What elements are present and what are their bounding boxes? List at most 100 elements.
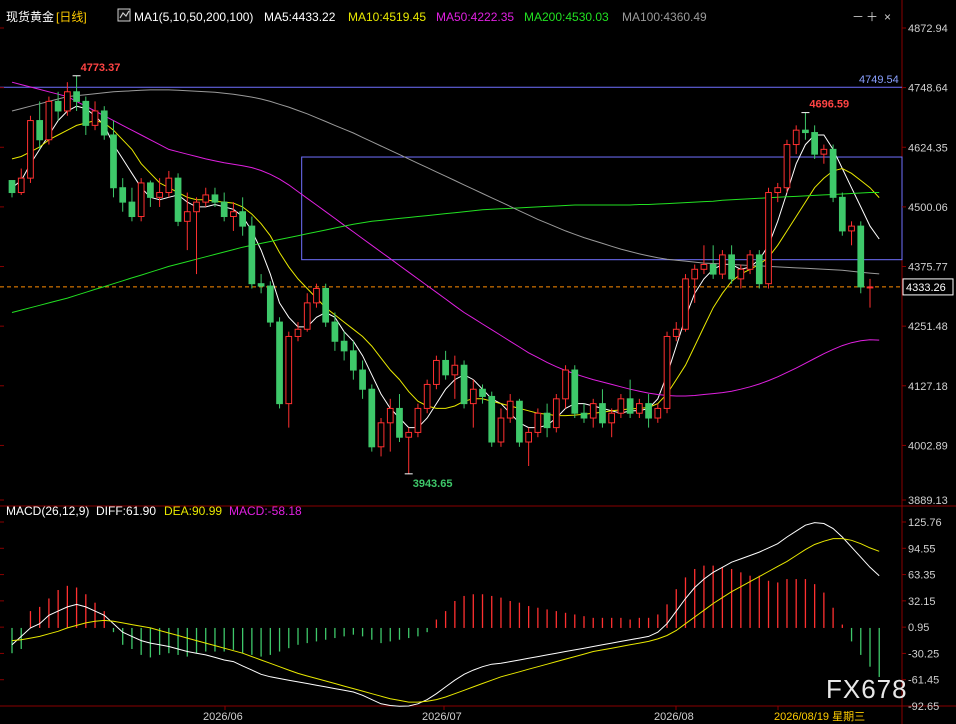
candle[interactable] xyxy=(405,427,413,474)
period-badge[interactable]: [日线] xyxy=(56,10,87,24)
candle[interactable] xyxy=(331,312,339,351)
candle[interactable] xyxy=(303,293,311,332)
candle[interactable] xyxy=(54,91,62,121)
candle[interactable] xyxy=(377,418,385,457)
candle[interactable] xyxy=(580,403,588,423)
candle[interactable] xyxy=(755,250,763,289)
candle[interactable] xyxy=(783,139,791,193)
close-icon[interactable]: × xyxy=(884,10,891,24)
candle[interactable] xyxy=(36,101,44,150)
ma-settings-icon[interactable] xyxy=(117,8,131,22)
candle[interactable] xyxy=(220,192,228,222)
zoom-in-icon[interactable]: ＋ xyxy=(866,10,878,24)
candle[interactable] xyxy=(571,365,579,419)
candle[interactable] xyxy=(248,216,256,289)
candle[interactable] xyxy=(792,125,800,155)
candle[interactable] xyxy=(276,317,283,409)
candle[interactable] xyxy=(423,379,431,414)
candle[interactable] xyxy=(322,283,330,327)
candle[interactable] xyxy=(497,408,505,447)
candle[interactable] xyxy=(73,75,80,111)
candle[interactable] xyxy=(838,192,846,236)
candle[interactable] xyxy=(635,398,643,419)
candle[interactable] xyxy=(829,144,837,203)
candle[interactable] xyxy=(82,96,90,135)
candle[interactable] xyxy=(211,187,219,207)
macd-tick-label: 0.95 xyxy=(908,622,929,634)
candle[interactable] xyxy=(451,355,459,399)
candle[interactable] xyxy=(257,274,265,294)
candle-body xyxy=(63,91,71,112)
candle-body xyxy=(110,134,117,189)
candle[interactable] xyxy=(728,245,735,284)
candle[interactable] xyxy=(719,250,726,279)
candle[interactable] xyxy=(552,394,560,433)
candle[interactable] xyxy=(239,197,247,236)
candle[interactable] xyxy=(202,187,210,207)
candle[interactable] xyxy=(8,180,16,198)
candle[interactable] xyxy=(91,101,99,131)
candle[interactable] xyxy=(599,389,606,428)
candle[interactable] xyxy=(433,355,440,390)
candle-body xyxy=(617,398,625,414)
candle[interactable] xyxy=(589,398,597,428)
candle[interactable] xyxy=(774,182,782,203)
candle[interactable] xyxy=(543,403,551,438)
candle[interactable] xyxy=(165,170,173,198)
candle[interactable] xyxy=(534,408,542,438)
candle[interactable] xyxy=(848,221,855,246)
candle[interactable] xyxy=(709,245,717,279)
candle[interactable] xyxy=(230,202,237,231)
candle[interactable] xyxy=(100,106,108,140)
candle[interactable] xyxy=(193,197,200,275)
candle[interactable] xyxy=(17,168,25,195)
candle[interactable] xyxy=(183,192,191,251)
candle[interactable] xyxy=(645,394,652,428)
range-box[interactable] xyxy=(301,156,903,261)
candle-body xyxy=(211,194,219,203)
candle[interactable] xyxy=(516,398,523,447)
candle[interactable] xyxy=(359,360,366,399)
candle-body xyxy=(719,254,726,275)
candle[interactable] xyxy=(525,427,533,466)
candle[interactable] xyxy=(266,281,274,327)
candle[interactable] xyxy=(27,115,34,183)
candle[interactable] xyxy=(442,350,449,380)
candle[interactable] xyxy=(285,331,293,428)
candle[interactable] xyxy=(765,187,772,289)
candle[interactable] xyxy=(147,180,154,207)
candle[interactable] xyxy=(506,394,514,423)
candle[interactable] xyxy=(396,394,403,443)
candle[interactable] xyxy=(802,112,809,140)
candle[interactable] xyxy=(663,331,671,414)
candle[interactable] xyxy=(174,173,182,227)
candle[interactable] xyxy=(682,274,689,332)
candle[interactable] xyxy=(156,178,163,207)
candle[interactable] xyxy=(857,221,865,294)
macd-title: MACD(26,12,9) xyxy=(6,504,89,518)
candle[interactable] xyxy=(866,278,874,308)
candle[interactable] xyxy=(128,187,136,222)
candle[interactable] xyxy=(340,331,348,361)
candle[interactable] xyxy=(137,178,145,222)
ma100-value: MA100:4360.49 xyxy=(622,10,707,24)
candle[interactable] xyxy=(488,391,496,447)
candle[interactable] xyxy=(469,379,477,428)
minimize-icon[interactable]: － xyxy=(852,10,864,24)
candle[interactable] xyxy=(608,408,616,438)
candle[interactable] xyxy=(368,384,376,452)
candle[interactable] xyxy=(386,398,394,452)
candle[interactable] xyxy=(45,96,53,145)
candle[interactable] xyxy=(562,365,569,409)
candle[interactable] xyxy=(654,403,662,423)
candle-body xyxy=(119,187,127,203)
candle[interactable] xyxy=(414,403,422,438)
candle[interactable] xyxy=(811,125,819,159)
candlestick-chart-svg[interactable]: 4749.54 4333.26 4773.37 4696.59 3943.65 487… xyxy=(0,0,956,724)
candle[interactable] xyxy=(119,178,127,212)
candle[interactable] xyxy=(820,144,828,164)
candle[interactable] xyxy=(626,379,634,419)
candle[interactable] xyxy=(349,341,357,380)
candle[interactable] xyxy=(617,394,625,419)
candle[interactable] xyxy=(460,360,468,409)
